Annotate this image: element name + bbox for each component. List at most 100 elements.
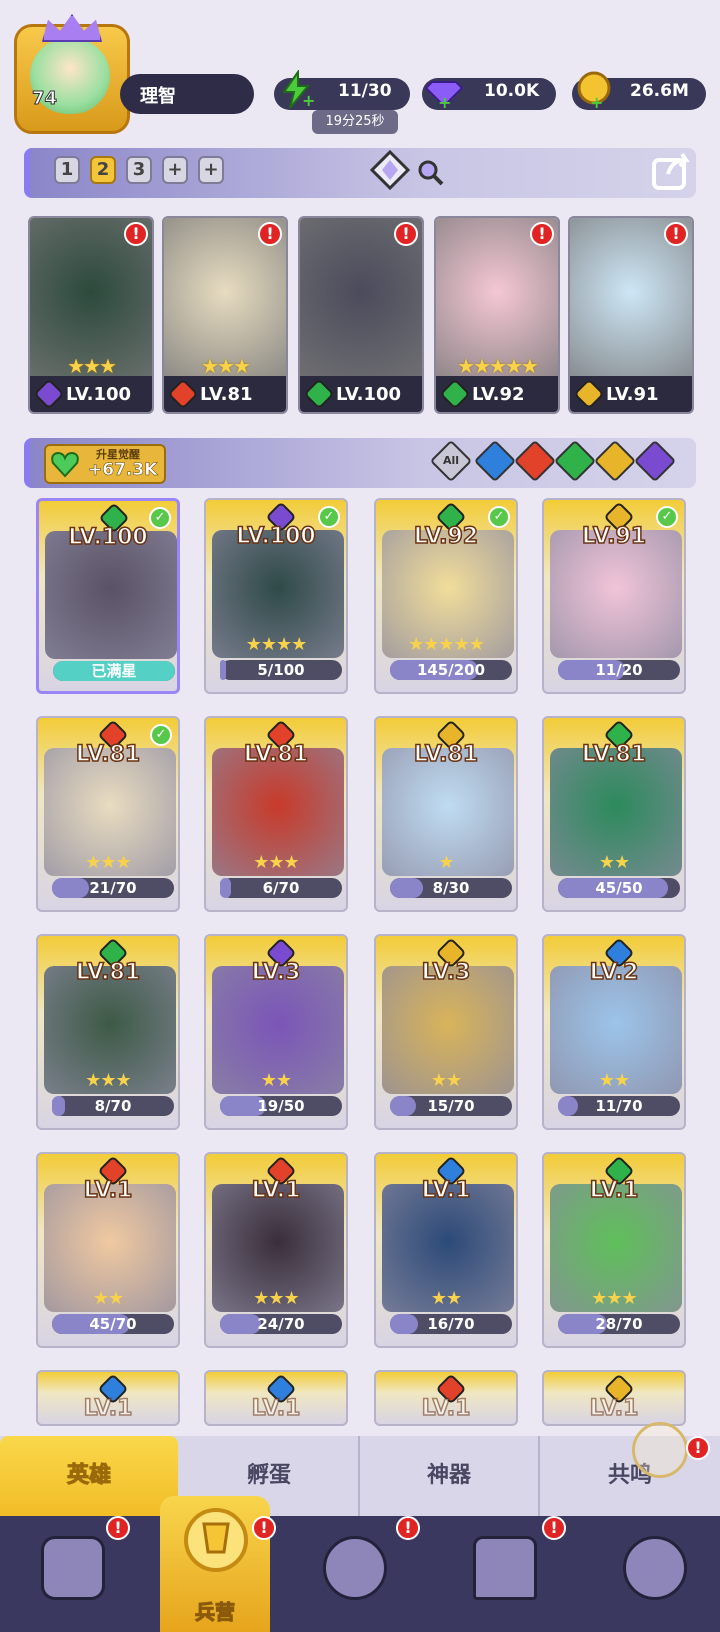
shard-progress-bar: 11/70 [558,1096,680,1116]
alert-badge: ! [530,222,554,246]
team-slot-1[interactable]: 1 [54,156,80,184]
alert-badge: ! [124,222,148,246]
nav-shop[interactable] [600,1526,710,1626]
star-rating: ★★★ [253,1288,299,1309]
shard-progress-bar: 8/70 [52,1096,174,1116]
shard-progress-bar: 45/70 [52,1314,174,1334]
team-bar [24,148,696,198]
svg-text:+: + [438,93,451,110]
player-level: 74 [31,88,58,110]
alert-badge: ! [258,222,282,246]
nav-book[interactable] [300,1526,410,1626]
hero-level: LV.3 [421,959,471,986]
lineup-hero-card[interactable]: LV.100 ! [298,216,424,414]
hero-card[interactable]: LV.1 [204,1370,348,1426]
shard-progress-bar: 24/70 [220,1314,342,1334]
hero-card[interactable]: LV.3 ★★ 19/50 [204,934,348,1130]
hero-card[interactable]: LV.81 ★★★ 8/70 [36,934,180,1130]
alert-badge: ! [106,1516,130,1540]
hero-level: LV.100 [68,524,149,551]
star-rating: ★★★★★ [457,354,539,378]
hero-card[interactable]: LV.1 [374,1370,518,1426]
shard-progress-bar: 15/70 [390,1096,512,1116]
lineup-hero-card[interactable]: ★★★ LV.81 ! [162,216,288,414]
energy-timer: 19分25秒 [312,110,398,134]
shard-progress-text: 8/30 [432,879,470,897]
lineup-hero-card[interactable]: LV.91 ! [568,216,694,414]
shard-progress-text: 8/70 [94,1097,132,1115]
hero-card[interactable]: LV.81 ★★★ 21/70 ✓ [36,716,180,912]
coin-icon: + [577,71,611,110]
hero-level: LV.81 [413,741,479,768]
hero-card[interactable]: LV.81 ★★★ 6/70 [204,716,348,912]
hero-card[interactable]: LV.100 已满星 ✓ [36,498,180,694]
hero-card[interactable]: LV.1 ★★★ 24/70 [204,1152,348,1348]
alert-badge: ! [396,1516,420,1540]
nav-cards[interactable] [18,1526,128,1626]
shard-progress-text: 24/70 [257,1315,305,1333]
hero-level: LV.1 [589,1395,639,1422]
magnifier-icon[interactable] [416,158,444,186]
hero-card[interactable]: LV.81 ★ 8/30 [374,716,518,912]
level-bar: LV.92 [436,376,558,412]
hero-level: LV.81 [200,383,253,405]
alert-badge: ! [252,1516,276,1540]
hero-level: LV.81 [243,741,309,768]
hero-card[interactable]: LV.1 [542,1370,686,1426]
star-rating: ★★ [260,1070,292,1091]
shard-progress-text: 28/70 [595,1315,643,1333]
floating-orb-button[interactable] [632,1422,688,1478]
element-icon [303,378,335,410]
shard-progress-bar: 45/50 [558,878,680,898]
shard-progress-bar: 11/20 [558,660,680,680]
star-rating: ★★★ [253,852,299,873]
hero-card[interactable]: LV.2 ★★ 11/70 [542,934,686,1130]
awaken-value: +67.3K [88,460,158,481]
hero-level: LV.91 [581,523,647,550]
team-slot-add-1[interactable]: + [162,156,188,184]
diamond-icon: + [424,81,464,110]
hero-card[interactable]: LV.81 ★★ 45/50 [542,716,686,912]
barracks-icon [184,1508,248,1572]
hero-card[interactable]: LV.100 ★★★★ 5/100 ✓ [204,498,348,694]
hero-card[interactable]: LV.3 ★★ 15/70 [374,934,518,1130]
share-icon[interactable] [650,150,692,192]
hero-level: LV.81 [75,959,141,986]
tab-heroes[interactable]: 英雄 [0,1436,178,1516]
team-slot-3[interactable]: 3 [126,156,152,184]
shard-progress-text: 16/70 [427,1315,475,1333]
hero-card[interactable]: LV.1 ★★ 16/70 [374,1152,518,1348]
nav-castle[interactable] [450,1526,560,1626]
shard-progress-bar: 5/100 [220,660,342,680]
element-icon [439,378,471,410]
star-rating: ★★★ [67,354,117,378]
star-rating: ★★★ [85,1070,131,1091]
check-icon: ✓ [149,507,171,529]
team-slot-add-2[interactable]: + [198,156,224,184]
lineup-hero-card[interactable]: ★★★★★ LV.92 ! [434,216,560,414]
player-avatar[interactable]: 74 [10,14,134,138]
lineup-hero-card[interactable]: ★★★ LV.100 ! [28,216,154,414]
hero-card[interactable]: LV.1 ★★ 45/70 [36,1152,180,1348]
hero-card[interactable]: LV.1 [36,1370,180,1426]
shard-progress-bar: 已满星 [53,661,175,681]
level-bar: LV.81 [164,376,286,412]
energy-value: 11/30 [338,81,392,101]
shard-progress-text: 已满星 [91,662,137,680]
hero-card[interactable]: LV.91 11/20 ✓ [542,498,686,694]
element-icon [33,378,65,410]
hero-level: LV.1 [251,1177,301,1204]
hero-level: LV.2 [589,959,639,986]
tab-artifacts[interactable]: 神器 [360,1436,540,1516]
team-slot-2[interactable]: 2 [90,156,116,184]
hero-level: LV.100 [336,383,402,405]
cards-icon [41,1536,105,1600]
shard-progress-text: 145/200 [416,661,486,679]
shard-progress-bar: 21/70 [52,878,174,898]
shard-progress-text: 11/20 [595,661,643,679]
hero-card[interactable]: LV.92 ★★★★★ 145/200 ✓ [374,498,518,694]
hero-level: LV.91 [606,383,659,405]
hero-card[interactable]: LV.1 ★★★ 28/70 [542,1152,686,1348]
check-icon: ✓ [318,506,340,528]
crystal-icon[interactable] [370,150,410,190]
